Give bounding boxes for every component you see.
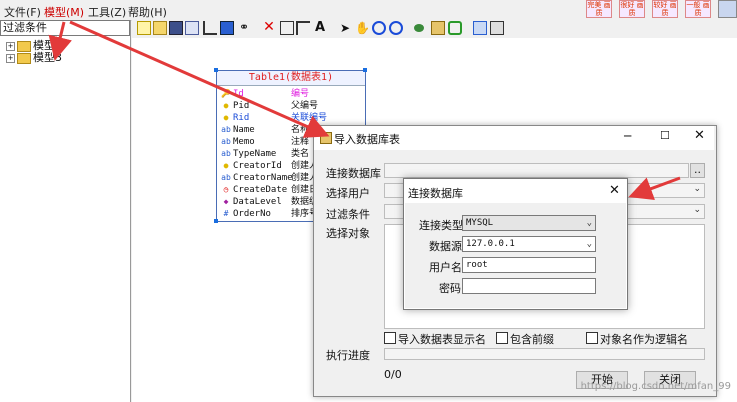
- arrow-to-connect: [628, 176, 681, 201]
- arrow-to-tree: [48, 21, 72, 61]
- annotation-arrows: [48, 20, 681, 201]
- watermark: https://blog.csdn.net/mfan_99: [580, 381, 731, 392]
- arrow-to-dialog: [69, 20, 330, 138]
